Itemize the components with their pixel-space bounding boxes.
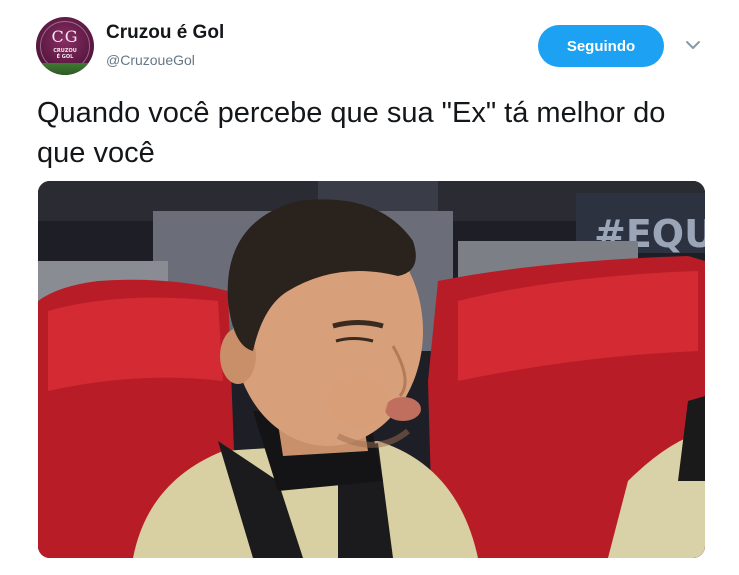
tweet-card: CG CRUZOU É GOL Cruzou é Gol @CruzoueGol… [0,0,739,575]
avatar-logo-text: CRUZOU É GOL [36,48,94,60]
avatar-grass [36,63,94,75]
avatar-logo: CG [51,27,79,46]
chevron-down-icon[interactable] [684,36,702,54]
following-button[interactable]: Seguindo [538,25,664,67]
author-handle[interactable]: @CruzoueGol [106,52,195,68]
tweet-photo[interactable]: #EQUI [38,181,705,558]
avatar-logo-line2: É GOL [56,54,74,60]
tweet-text: Quando você percebe que sua "Ex" tá melh… [37,97,666,169]
author-display-name[interactable]: Cruzou é Gol [106,22,224,44]
avatar[interactable]: CG CRUZOU É GOL [36,17,94,75]
